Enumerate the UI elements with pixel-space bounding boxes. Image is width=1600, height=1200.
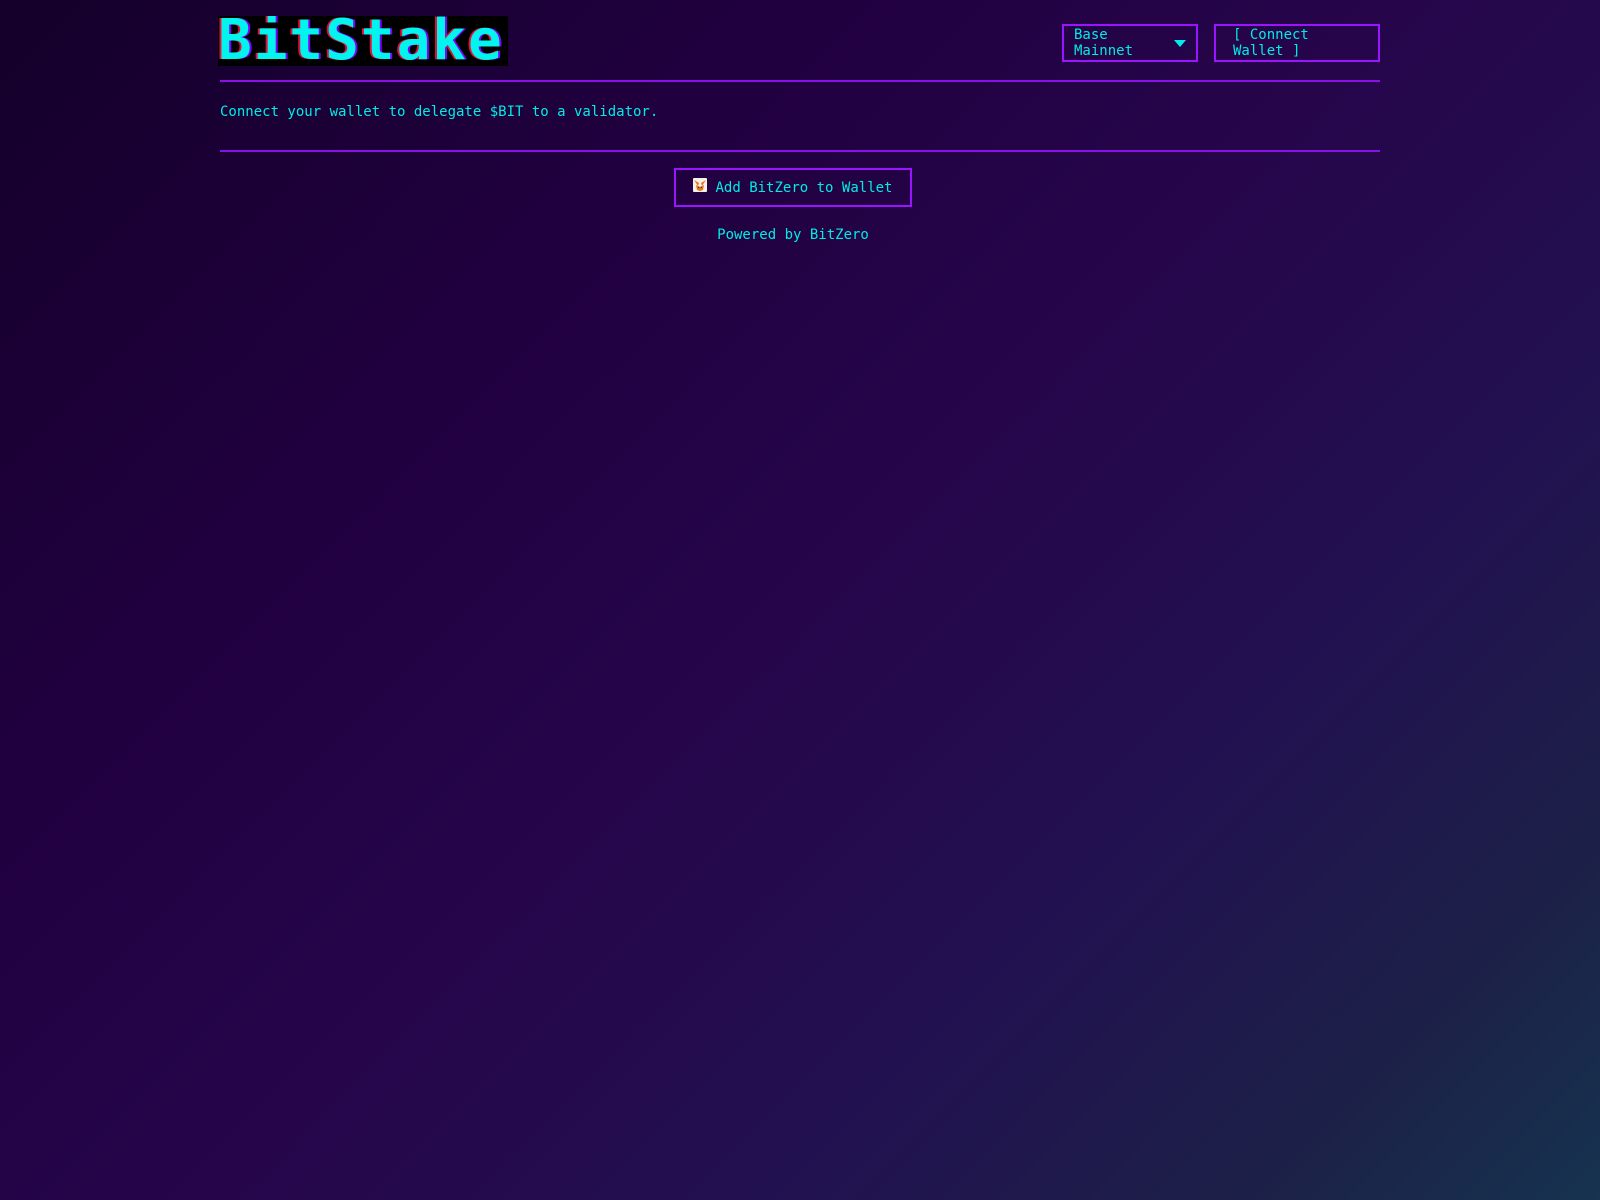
- metamask-fox-icon: [693, 177, 708, 192]
- add-token-button[interactable]: Add BitZero to Wallet: [674, 168, 912, 207]
- header-actions: Base Mainnet [ Connect Wallet ]: [1062, 24, 1380, 62]
- connect-wallet-label: [ Connect Wallet ]: [1233, 27, 1309, 59]
- add-token-label: Add BitZero to Wallet: [715, 179, 893, 196]
- powered-by-text: Powered by BitZero: [717, 227, 869, 243]
- chevron-down-icon: [1174, 39, 1186, 47]
- footer-area: Add BitZero to Wallet Powered by BitZero: [220, 152, 1380, 243]
- logo: BitStake: [218, 16, 508, 66]
- app-container: BitStake Base Mainnet [ Connect Wallet ]…: [218, 0, 1380, 243]
- info-text: Connect your wallet to delegate $BIT to …: [220, 104, 659, 120]
- header: BitStake Base Mainnet [ Connect Wallet ]: [218, 0, 1380, 82]
- info-panel: Connect your wallet to delegate $BIT to …: [220, 82, 1380, 152]
- connect-wallet-button[interactable]: [ Connect Wallet ]: [1214, 24, 1380, 62]
- network-select-label: Base Mainnet: [1074, 27, 1134, 59]
- network-select[interactable]: Base Mainnet: [1062, 24, 1198, 62]
